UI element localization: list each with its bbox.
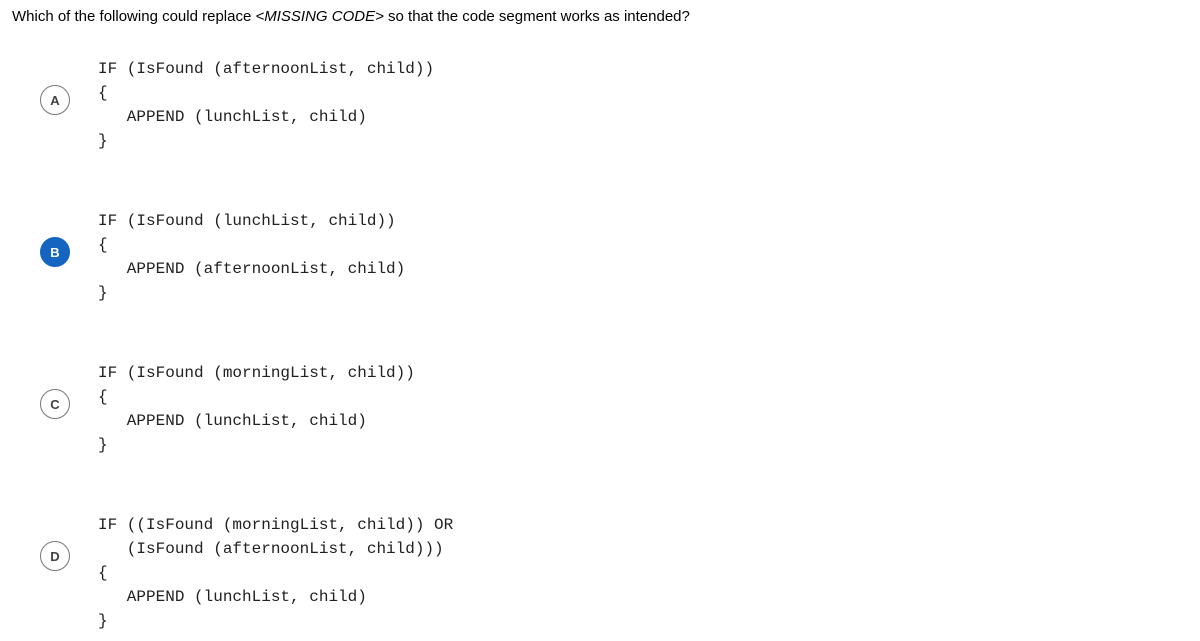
- radio-b[interactable]: B: [40, 237, 70, 267]
- question-prefix: Which of the following could replace: [12, 8, 255, 25]
- radio-wrapper-c: C: [40, 389, 70, 419]
- option-c[interactable]: C IF (IsFound (morningList, child)) { AP…: [40, 361, 1188, 457]
- question-code-inline: <MISSING CODE>: [255, 8, 383, 25]
- option-b[interactable]: B IF (IsFound (lunchList, child)) { APPE…: [40, 209, 1188, 305]
- option-d-code: IF ((IsFound (morningList, child)) OR (I…: [98, 513, 453, 633]
- options-container: A IF (IsFound (afternoonList, child)) { …: [12, 57, 1188, 633]
- option-b-code: IF (IsFound (lunchList, child)) { APPEND…: [98, 209, 405, 305]
- option-a-code: IF (IsFound (afternoonList, child)) { AP…: [98, 57, 434, 153]
- option-a[interactable]: A IF (IsFound (afternoonList, child)) { …: [40, 57, 1188, 153]
- option-c-code: IF (IsFound (morningList, child)) { APPE…: [98, 361, 415, 457]
- radio-wrapper-b: B: [40, 237, 70, 267]
- radio-d[interactable]: D: [40, 541, 70, 571]
- question-suffix: so that the code segment works as intend…: [384, 8, 690, 25]
- radio-a[interactable]: A: [40, 85, 70, 115]
- radio-wrapper-a: A: [40, 85, 70, 115]
- option-d[interactable]: D IF ((IsFound (morningList, child)) OR …: [40, 513, 1188, 633]
- question-text: Which of the following could replace <MI…: [12, 8, 1188, 25]
- radio-c[interactable]: C: [40, 389, 70, 419]
- radio-wrapper-d: D: [40, 541, 70, 571]
